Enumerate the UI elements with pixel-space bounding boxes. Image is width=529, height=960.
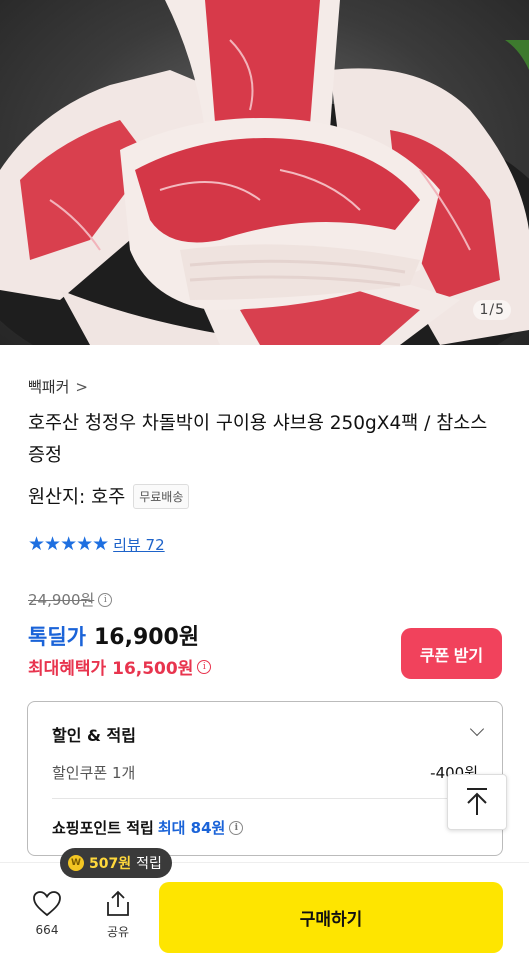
get-coupon-button[interactable]: 쿠폰 받기 — [401, 628, 502, 679]
info-icon[interactable]: i — [98, 592, 113, 607]
share-icon — [107, 890, 129, 916]
original-price-row: 24,900원 i — [28, 589, 113, 610]
points-tooltip: W 507원 적립 — [60, 848, 172, 878]
coin-icon: W — [68, 855, 84, 871]
chevron-right-icon: > — [75, 377, 88, 396]
product-image[interactable]: 1/5 — [0, 0, 529, 345]
max-benefit-row: 최대혜택가 16,500원 i — [28, 654, 212, 679]
like-button[interactable]: 664 — [17, 890, 77, 937]
sale-label: 톡딜가 — [28, 625, 86, 649]
shopping-points-row: 쇼핑포인트 적립 최대 84원 i — [52, 817, 244, 838]
sale-price: 16,900원 — [93, 625, 200, 650]
share-button[interactable]: 공유 — [88, 890, 148, 940]
discount-points-panel: 할인 & 적립 할인쿠폰 1개 -400원 쇼핑포인트 적립 최대 84원 i — [27, 701, 503, 856]
buy-button[interactable]: 구매하기 — [159, 882, 503, 953]
shopping-points-label: 쇼핑포인트 적립 — [52, 819, 154, 837]
scroll-to-top-button[interactable] — [447, 774, 507, 830]
heart-icon — [33, 891, 61, 917]
rating-row: ★★★★★ 리뷰 72 — [28, 533, 165, 555]
discount-coupon-label: 할인쿠폰 1개 — [52, 764, 136, 782]
shopping-points-max: 최대 84원 — [157, 819, 226, 837]
chevron-down-icon[interactable] — [469, 721, 485, 737]
brand-link[interactable]: 빽패커 > — [28, 376, 88, 397]
meat-photo — [0, 0, 529, 345]
max-benefit-price: 최대혜택가 16,500원 — [28, 659, 194, 679]
points-amount: 507원 — [89, 856, 132, 872]
info-icon[interactable]: i — [229, 820, 244, 835]
brand-name: 빽패커 — [28, 378, 70, 396]
info-icon[interactable]: i — [197, 659, 212, 674]
free-shipping-badge: 무료배송 — [133, 483, 190, 509]
product-title: 호주산 청정우 차돌박이 구이용 샤브용 250gX4팩 / 참소스 증정 — [28, 413, 488, 466]
arrow-up-icon — [467, 788, 487, 815]
points-label: 적립 — [136, 856, 162, 872]
origin-text: 원산지: 호주 — [28, 487, 126, 508]
sale-price-row: 톡딜가 16,900원 — [28, 619, 199, 651]
like-count: 664 — [35, 923, 59, 937]
review-link[interactable]: 리뷰 72 — [113, 534, 164, 555]
original-price: 24,900원 — [28, 591, 95, 609]
share-label: 공유 — [106, 925, 130, 939]
origin-row: 원산지: 호주 무료배송 — [28, 483, 190, 509]
image-counter: 1/5 — [473, 300, 511, 320]
divider — [52, 798, 478, 799]
star-rating-icon: ★★★★★ — [28, 533, 109, 555]
discount-panel-title: 할인 & 적립 — [52, 726, 136, 745]
